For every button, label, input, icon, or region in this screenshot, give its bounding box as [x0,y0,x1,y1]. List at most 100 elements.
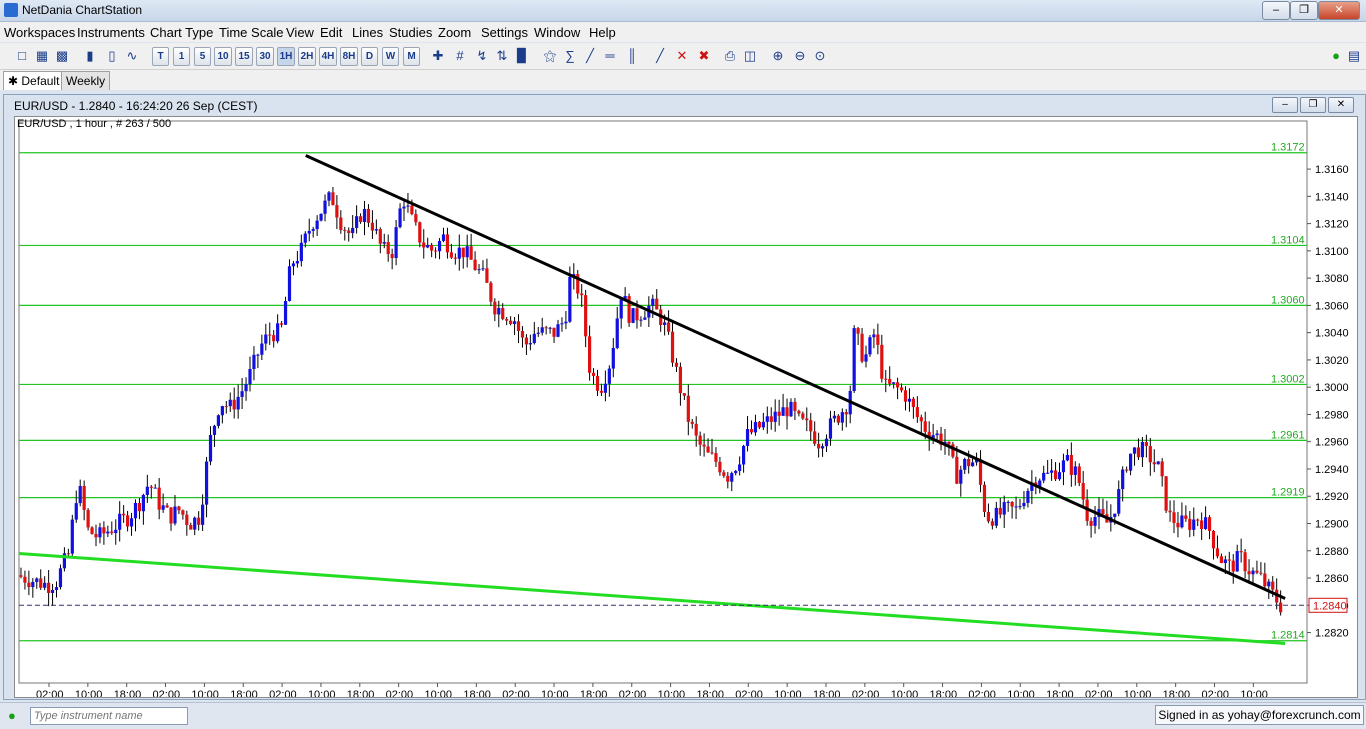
candle-body [137,502,142,512]
candle-body [1077,466,1081,484]
menu-time-scale[interactable]: Time Scale [219,25,284,40]
line-chart-icon[interactable]: ∿ [124,48,140,64]
candle-body [1255,570,1259,573]
candle-body [520,330,525,338]
tf-10m[interactable]: 10 [214,47,232,66]
save-icon[interactable]: ▩ [54,48,70,64]
tf-daily[interactable]: D [361,47,378,66]
toolbar: □ ▦ ▩ ▮ ▯ ∿ T 1 5 10 15 30 1H 2H 4H 8H D… [0,43,1366,70]
menu-lines[interactable]: Lines [352,25,383,40]
zoom-out-icon[interactable]: ⊖ [792,48,808,64]
menu-studies[interactable]: Studies [389,25,432,40]
app-icon [4,3,18,17]
candle-body [426,245,430,248]
candle-body [449,252,453,258]
candle-body [935,433,939,436]
volume-icon[interactable]: ⇅ [494,48,510,64]
delete-icon[interactable]: ✕ [674,48,690,64]
tf-8h[interactable]: 8H [340,47,358,66]
candle-body [291,263,296,267]
chart-minimize-button[interactable]: – [1272,97,1298,113]
candle-body [347,230,351,234]
zoom-in-icon[interactable]: ⊕ [770,48,786,64]
tf-weekly[interactable]: W [382,47,399,66]
candle-body [86,509,90,528]
candle-body [378,229,382,244]
menu-window[interactable]: Window [534,25,580,40]
tf-15m[interactable]: 15 [235,47,253,66]
fibonacci-icon[interactable]: ∑ [562,48,578,64]
menu-help[interactable]: Help [589,25,616,40]
tf-5m[interactable]: 5 [194,47,211,66]
candle-body [694,423,698,436]
menu-instruments[interactable]: Instruments [77,25,145,40]
menu-view[interactable]: View [286,25,314,40]
menu-workspaces[interactable]: Workspaces [4,25,75,40]
candle-body [31,581,35,588]
tf-1h[interactable]: 1H [277,47,295,66]
candle-body [738,464,742,471]
candle-body [39,578,43,588]
instrument-search-input[interactable] [30,707,188,725]
maximize-button[interactable]: ❐ [1290,1,1318,20]
candle-body [382,242,386,244]
candlestick-icon[interactable]: ▯ [104,48,120,64]
candle-body [603,383,607,393]
candle-body [461,247,465,258]
candle-body [971,462,975,467]
y-tick-label: 1.2940 [1315,464,1349,476]
close-button[interactable]: ✕ [1318,1,1360,20]
candle-body [769,416,773,422]
tf-30m[interactable]: 30 [256,47,274,66]
tf-tick[interactable]: T [152,47,169,66]
candle-body [1140,441,1145,458]
x-time-label: 10:00 [891,689,919,697]
candle-body [335,205,339,218]
candle-body [295,261,299,264]
minimize-icon: – [1272,4,1280,16]
x-time-label: 10:00 [541,689,569,697]
candle-body [208,434,213,462]
tab-weekly[interactable]: Weekly [61,71,111,90]
menu-settings[interactable]: Settings [481,25,528,40]
candle-body [643,317,647,320]
zoom-reset-icon[interactable]: ⊙ [812,48,828,64]
print-icon[interactable]: ⎙ [722,48,738,64]
tab-default[interactable]: ✱ Default [3,71,65,90]
tf-1m[interactable]: 1 [173,47,190,66]
candle-body [1069,454,1073,475]
support-trendline [18,551,1286,645]
menu-edit[interactable]: Edit [320,25,342,40]
line-delete-icon[interactable]: ╱ [652,48,668,64]
tf-monthly[interactable]: M [403,47,420,66]
candle-body [619,299,623,319]
candle-body [734,470,738,474]
new-icon[interactable]: □ [14,48,30,64]
delete-all-icon[interactable]: ✖ [696,48,712,64]
trendline-icon[interactable]: ╱ [582,48,598,64]
chart-restore-button[interactable]: ❐ [1300,97,1326,113]
tf-2h[interactable]: 2H [298,47,316,66]
candle-body [1279,602,1283,613]
open-icon[interactable]: ▦ [34,48,50,64]
channel-icon[interactable]: ═ [602,48,618,64]
menu-zoom[interactable]: Zoom [438,25,471,40]
channel-2-icon[interactable]: ║ [624,48,640,64]
candle-body [556,324,560,337]
preview-icon[interactable]: ◫ [742,48,758,64]
bar-chart-icon[interactable]: ▮ [82,48,98,64]
tf-4h[interactable]: 4H [319,47,337,66]
grid-icon[interactable]: # [452,48,468,64]
minimize-button[interactable]: – [1262,1,1290,20]
candle-body [548,327,552,329]
study-icon[interactable]: ↯ [474,48,490,64]
volume-bars-icon[interactable]: ▉ [514,48,530,64]
crosshair-icon[interactable]: ✚ [430,48,446,64]
menu-chart-type[interactable]: Chart Type [150,25,213,40]
alert-icon[interactable]: ⚝ [542,48,558,64]
panel-toggle-icon[interactable]: ▤ [1346,48,1362,64]
price-chart[interactable]: 1.3160 1.3140 1.3120 1.3100 1.3080 1.3060 1.30… [15,117,1357,715]
chart-close-button[interactable]: ✕ [1328,97,1354,113]
chart-area[interactable]: EUR/USD , 1 hour , # 263 / 500 1.3160 1.3… [14,116,1358,715]
chart-subtitle: EUR/USD , 1 hour , # 263 / 500 [17,118,172,130]
